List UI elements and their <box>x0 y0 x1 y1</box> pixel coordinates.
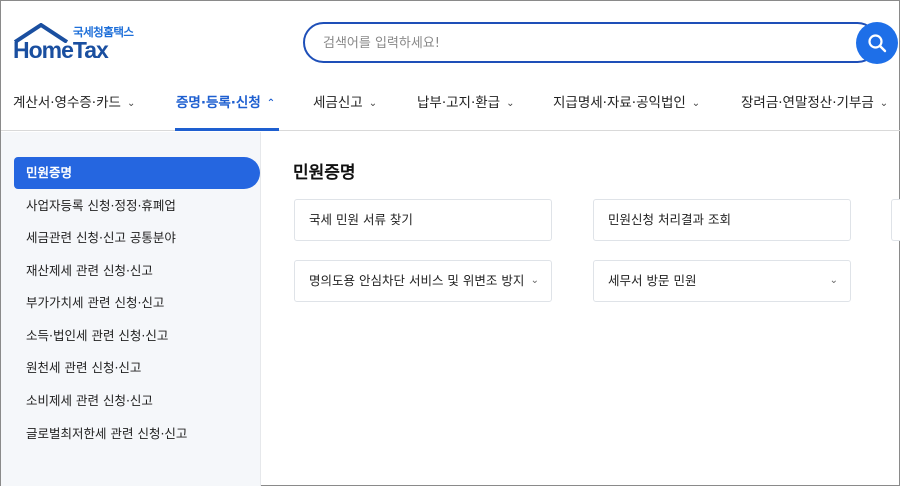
search-input[interactable] <box>323 32 843 54</box>
nav-item-payment-statements[interactable]: 지급명세·자료·공익법인 ⌄ <box>553 91 700 129</box>
nav-item-receipts[interactable]: 계산서·영수증·카드 ⌄ <box>13 91 135 129</box>
sidebar: 민원증명 사업자등록 신청·정정·휴폐업 세금관련 신청·신고 공통분야 재산제… <box>1 132 261 486</box>
sidebar-item-vat[interactable]: 부가가치세 관련 신청·신고 <box>14 287 260 319</box>
page-title: 민원증명 <box>293 163 356 183</box>
sidebar-item-property-tax[interactable]: 재산제세 관련 신청·신고 <box>14 255 260 287</box>
chevron-down-icon: ⌄ <box>879 98 889 109</box>
sidebar-item-business-registration[interactable]: 사업자등록 신청·정정·휴폐업 <box>14 190 260 222</box>
sidebar-item-civil-certificates[interactable]: 민원증명 <box>14 157 260 189</box>
card-identity-theft-protection[interactable]: 명의도용 안심차단 서비스 및 위변조 방지 ⌄ <box>294 260 552 302</box>
sidebar-item-consumption-tax[interactable]: 소비제세 관련 신청·신고 <box>14 385 260 417</box>
sidebar-item-global-minimum-tax[interactable]: 글로벌최저한세 관련 신청·신고 <box>14 418 260 450</box>
nav-item-label: 지급명세·자료·공익법인 <box>553 95 686 111</box>
card-label: 명의도용 안심차단 서비스 및 위변조 방지 <box>309 273 525 288</box>
chevron-down-icon: ⌄ <box>368 98 378 109</box>
nav-item-incentives[interactable]: 장려금·연말정산·기부금 ⌄ <box>741 91 888 129</box>
header: 국세청홈택스 HomeTax <box>1 1 900 81</box>
card-label: 국세 민원 서류 찾기 <box>309 212 413 227</box>
sidebar-item-withholding-tax[interactable]: 원천세 관련 신청·신고 <box>14 352 260 384</box>
search-icon <box>868 34 887 53</box>
sidebar-item-income-corporate-tax[interactable]: 소득·법인세 관련 신청·신고 <box>14 320 260 352</box>
search-button[interactable] <box>856 22 898 64</box>
nav-active-indicator <box>175 128 279 131</box>
card-label: 세무서 방문 민원 <box>608 273 697 288</box>
nav-item-certificates[interactable]: 증명·등록·신청 ⌃ <box>176 91 275 129</box>
search-box <box>303 22 878 63</box>
chevron-up-icon: ⌃ <box>266 98 276 109</box>
card-tax-office-visit[interactable]: 세무서 방문 민원 ⌄ <box>593 260 851 302</box>
chevron-down-icon: ⌄ <box>506 98 515 109</box>
nav-item-label: 증명·등록·신청 <box>176 95 261 111</box>
card-request-results[interactable]: 민원신청 처리결과 조회 <box>593 199 851 241</box>
chevron-down-icon: ⌄ <box>829 275 838 286</box>
nav-item-payment[interactable]: 납부·고지·환급 ⌄ <box>417 91 515 129</box>
nav-item-tax-report[interactable]: 세금신고 ⌄ <box>313 91 377 129</box>
chevron-down-icon: ⌄ <box>691 98 701 109</box>
card-label: 민원신청 처리결과 조회 <box>608 212 731 227</box>
nav-item-label: 세금신고 <box>313 95 363 111</box>
chevron-down-icon: ⌄ <box>126 98 136 109</box>
hometax-logo[interactable]: 국세청홈택스 HomeTax <box>13 21 138 65</box>
chevron-down-icon: ⌄ <box>530 275 539 286</box>
main-nav: 계산서·영수증·카드 ⌄ 증명·등록·신청 ⌃ 세금신고 ⌄ 납부·고지·환급 ⌄ 지급… <box>1 81 900 131</box>
card-find-documents[interactable]: 국세 민원 서류 찾기 <box>294 199 552 241</box>
logo-name: HomeTax <box>13 37 109 63</box>
nav-item-label: 장려금·연말정산·기부금 <box>741 95 874 111</box>
nav-item-label: 납부·고지·환급 <box>417 95 501 111</box>
nav-item-label: 계산서·영수증·카드 <box>13 95 121 111</box>
sidebar-item-tax-common[interactable]: 세금관련 신청·신고 공통분야 <box>14 222 260 254</box>
card-partial[interactable] <box>891 199 900 241</box>
